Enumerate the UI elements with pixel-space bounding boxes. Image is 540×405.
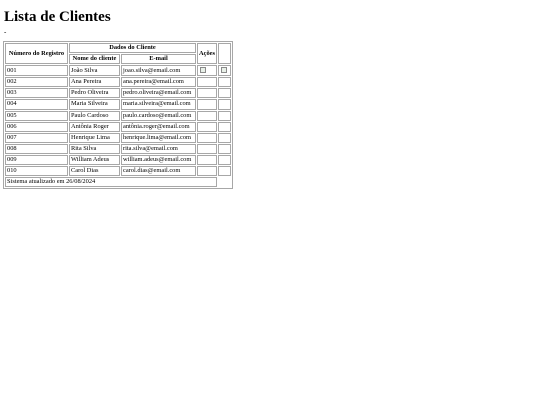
broken-image-icon[interactable]: [200, 67, 206, 74]
action-cell[interactable]: [197, 99, 217, 110]
client-email-cell: joao.silva@email.com: [121, 65, 196, 77]
header-nome: Nome do cliente: [69, 54, 120, 65]
action-cell-secondary[interactable]: [218, 132, 231, 143]
header-acoes-extra: [218, 43, 231, 65]
client-email-cell: william.adeus@email.com: [121, 154, 196, 166]
client-name-cell: Rita Silva: [69, 143, 120, 154]
action-cell-secondary[interactable]: [218, 154, 231, 166]
client-email-cell: carol.dias@email.com: [121, 166, 196, 177]
client-email-cell: henrique.lima@email.com: [121, 132, 196, 143]
page-title: Lista de Clientes: [4, 9, 111, 25]
client-name-cell: William Adeus: [69, 154, 120, 166]
action-cell-secondary[interactable]: [218, 143, 231, 154]
action-cell[interactable]: [197, 132, 217, 143]
client-name-cell: Paulo Cardoso: [69, 110, 120, 121]
action-cell-secondary[interactable]: [218, 65, 231, 77]
registro-cell: 009: [5, 154, 68, 166]
client-email-cell: antônia.roger@email.com: [121, 121, 196, 132]
registro-cell: 010: [5, 166, 68, 177]
client-name-cell: João Silva: [69, 65, 120, 77]
table-row: 006 Antônia Roger antônia.roger@email.com: [5, 121, 231, 132]
action-cell[interactable]: [197, 65, 217, 77]
table-row: 002 Ana Pereira ana.pereira@email.com: [5, 77, 231, 88]
action-cell[interactable]: [197, 88, 217, 99]
table-row: 008 Rita Silva rita.silva@email.com: [5, 143, 231, 154]
registro-cell: 007: [5, 132, 68, 143]
action-cell[interactable]: [197, 143, 217, 154]
client-email-cell: maria.silveira@email.com: [121, 99, 196, 110]
table-row: 010 Carol Dias carol.dias@email.com: [5, 166, 231, 177]
action-cell-secondary[interactable]: [218, 121, 231, 132]
broken-image-icon[interactable]: [221, 67, 227, 74]
registro-cell: 002: [5, 77, 68, 88]
action-cell[interactable]: [197, 166, 217, 177]
client-name-cell: Ana Pereira: [69, 77, 120, 88]
action-cell-secondary[interactable]: [218, 77, 231, 88]
client-name-cell: Carol Dias: [69, 166, 120, 177]
registro-cell: 001: [5, 65, 68, 77]
action-cell[interactable]: [197, 154, 217, 166]
client-email-cell: rita.silva@email.com: [121, 143, 196, 154]
registro-cell: 004: [5, 99, 68, 110]
status-footer: Sistema atualizado em 26/08/2024: [5, 177, 217, 188]
registro-cell: 003: [5, 88, 68, 99]
client-name-cell: Henrique Lima: [69, 132, 120, 143]
client-email-cell: paulo.cardoso@email.com: [121, 110, 196, 121]
table-row: 009 William Adeus william.adeus@email.com: [5, 154, 231, 166]
action-cell[interactable]: [197, 121, 217, 132]
client-name-cell: Maria Silveira: [69, 99, 120, 110]
registro-cell: 005: [5, 110, 68, 121]
client-name-cell: Antônia Roger: [69, 121, 120, 132]
action-cell-secondary[interactable]: [218, 166, 231, 177]
table-row: 007 Henrique Lima henrique.lima@email.com: [5, 132, 231, 143]
clients-table: Número do Registro Dados do Cliente Açõe…: [3, 41, 233, 190]
header-acoes: Ações: [197, 43, 217, 65]
header-dados: Dados do Cliente: [69, 43, 196, 54]
client-email-cell: pedro.oliveira@email.com: [121, 88, 196, 99]
table-row: 004 Maria Silveira maria.silveira@email.co…: [5, 99, 231, 110]
action-cell-secondary[interactable]: [218, 88, 231, 99]
action-cell[interactable]: [197, 110, 217, 121]
table-row: 005 Paulo Cardoso paulo.cardoso@email.com: [5, 110, 231, 121]
header-registro: Número do Registro: [5, 43, 68, 65]
action-cell-secondary[interactable]: [218, 110, 231, 121]
action-cell-secondary[interactable]: [218, 99, 231, 110]
registro-cell: 008: [5, 143, 68, 154]
header-email: E-mail: [121, 54, 196, 65]
client-name-cell: Pedro Oliveira: [69, 88, 120, 99]
registro-cell: 006: [5, 121, 68, 132]
action-cell[interactable]: [197, 77, 217, 88]
client-email-cell: ana.pereira@email.com: [121, 77, 196, 88]
stray-mark: -: [4, 28, 7, 36]
table-row: 001 João Silva joao.silva@email.com: [5, 65, 231, 77]
table-row: 003 Pedro Oliveira pedro.oliveira@email.co…: [5, 88, 231, 99]
